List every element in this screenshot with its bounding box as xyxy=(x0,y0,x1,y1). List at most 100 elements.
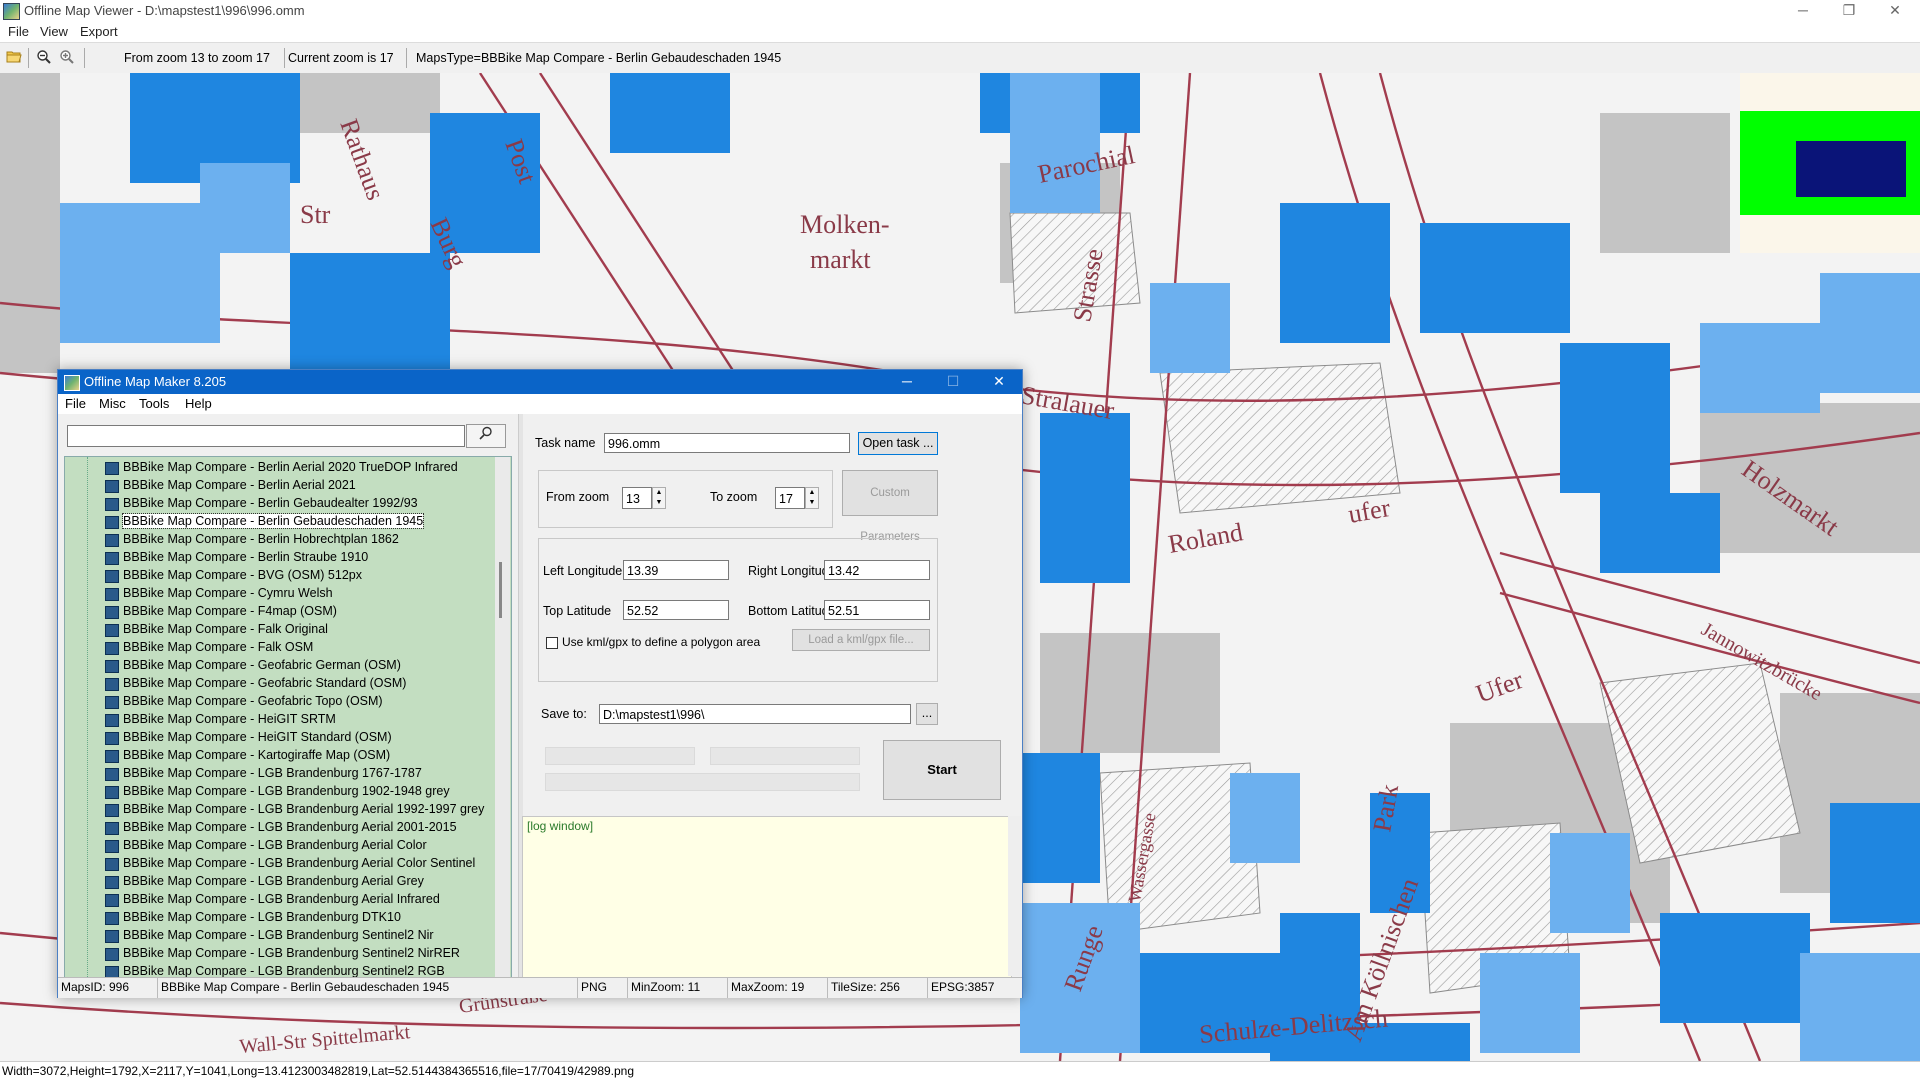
minimap-viewport[interactable] xyxy=(1796,141,1906,197)
to-zoom-stepper[interactable]: ▲ ▼ xyxy=(805,487,819,509)
save-to-field[interactable]: D:\mapstest1\996\ xyxy=(599,704,911,724)
tree-item[interactable]: BBBike Map Compare - LGB Brandenburg Aer… xyxy=(65,819,485,837)
maps-type-text: MapsType=BBBike Map Compare - Berlin Geb… xyxy=(416,51,782,65)
start-button[interactable]: Start xyxy=(883,740,1001,800)
minimize-button[interactable]: ─ xyxy=(1780,0,1826,22)
tree-scrollbar[interactable] xyxy=(495,457,510,977)
tree-item[interactable]: BBBike Map Compare - Berlin Aerial 2021 xyxy=(65,477,485,495)
map-source-icon xyxy=(105,588,119,601)
tree-item[interactable]: BBBike Map Compare - LGB Brandenburg DTK… xyxy=(65,909,485,927)
dialog-app-icon xyxy=(64,375,80,391)
to-zoom-label: To zoom xyxy=(710,490,758,504)
top-latitude-label: Top Latitude xyxy=(543,604,612,618)
tree-item[interactable]: BBBike Map Compare - HeiGIT Standard (OS… xyxy=(65,729,485,747)
dialog-close-button[interactable]: ✕ xyxy=(976,370,1022,394)
open-task-button[interactable]: Open task ... xyxy=(858,432,938,455)
tree-item[interactable]: BBBike Map Compare - LGB Brandenburg Aer… xyxy=(65,873,485,891)
right-longitude-field[interactable]: 13.42 xyxy=(824,560,930,580)
restore-button[interactable]: ❐ xyxy=(1826,0,1872,22)
map-source-icon xyxy=(105,660,119,673)
tree-item[interactable]: BBBike Map Compare - BVG (OSM) 512px xyxy=(65,567,485,585)
tree-item[interactable]: BBBike Map Compare - Berlin Gebaudealter… xyxy=(65,495,485,513)
task-name-field[interactable]: 996.omm xyxy=(604,433,850,453)
dialog-title-bar[interactable]: Offline Map Maker 8.205 ─ ☐ ✕ xyxy=(58,370,1022,394)
tree-item[interactable]: BBBike Map Compare - LGB Brandenburg 190… xyxy=(65,783,485,801)
tree-item-label: BBBike Map Compare - LGB Brandenburg 176… xyxy=(123,766,422,780)
dialog-menu-tools[interactable]: Tools xyxy=(139,396,169,411)
close-button[interactable]: ✕ xyxy=(1872,0,1918,22)
zoom-in-icon[interactable] xyxy=(58,49,76,67)
tree-item[interactable]: BBBike Map Compare - Falk OSM xyxy=(65,639,485,657)
tree-item[interactable]: BBBike Map Compare - LGB Brandenburg Sen… xyxy=(65,945,485,963)
tree-item[interactable]: BBBike Map Compare - LGB Brandenburg Sen… xyxy=(65,927,485,945)
kml-checkbox[interactable] xyxy=(546,637,558,649)
map-source-icon xyxy=(105,786,119,799)
top-latitude-field[interactable]: 52.52 xyxy=(623,600,729,620)
tree-item[interactable]: BBBike Map Compare - F4map (OSM) xyxy=(65,603,485,621)
tree-item[interactable]: BBBike Map Compare - Berlin Gebaudeschad… xyxy=(65,513,485,531)
tree-item[interactable]: BBBike Map Compare - Geofabric German (O… xyxy=(65,657,485,675)
log-scrollbar[interactable] xyxy=(1008,816,1021,976)
tree-item[interactable]: BBBike Map Compare - Berlin Straube 1910 xyxy=(65,549,485,567)
map-source-icon xyxy=(105,804,119,817)
tree-item[interactable]: BBBike Map Compare - Falk Original xyxy=(65,621,485,639)
dialog-menu-help[interactable]: Help xyxy=(185,396,212,411)
open-folder-icon[interactable] xyxy=(5,49,23,67)
map-source-icon xyxy=(105,642,119,655)
dialog-minimize-button[interactable]: ─ xyxy=(884,370,930,394)
tree-item-label: BBBike Map Compare - LGB Brandenburg DTK… xyxy=(123,910,401,924)
tree-item-label: BBBike Map Compare - LGB Brandenburg Aer… xyxy=(123,892,440,906)
tree-item-label: BBBike Map Compare - BVG (OSM) 512px xyxy=(123,568,362,582)
bottom-latitude-field[interactable]: 52.51 xyxy=(824,600,930,620)
menu-export[interactable]: Export xyxy=(80,24,118,39)
tree-item[interactable]: BBBike Map Compare - LGB Brandenburg Sen… xyxy=(65,963,485,977)
tree-scroll-thumb[interactable] xyxy=(499,562,502,618)
menu-file[interactable]: File xyxy=(8,24,29,39)
overview-minimap[interactable] xyxy=(1740,73,1920,253)
tree-item[interactable]: BBBike Map Compare - HeiGIT SRTM xyxy=(65,711,485,729)
tree-item[interactable]: BBBike Map Compare - LGB Brandenburg Aer… xyxy=(65,891,485,909)
tree-item[interactable]: BBBike Map Compare - LGB Brandenburg 176… xyxy=(65,765,485,783)
tree-item[interactable]: BBBike Map Compare - Kartogiraffe Map (O… xyxy=(65,747,485,765)
from-zoom-label: From zoom xyxy=(546,490,610,504)
load-kml-button[interactable]: Load a kml/gpx file... xyxy=(792,629,930,651)
map-source-icon xyxy=(105,948,119,961)
search-button[interactable] xyxy=(466,424,506,448)
map-source-icon xyxy=(105,930,119,943)
zoom-out-icon[interactable] xyxy=(35,49,53,67)
status-bar: Width=3072,Height=1792,X=2117,Y=1041,Lon… xyxy=(0,1061,1920,1081)
browse-button[interactable]: ... xyxy=(916,703,938,725)
from-zoom-field[interactable]: 13 xyxy=(622,487,652,509)
search-input[interactable] xyxy=(67,425,465,447)
tree-item[interactable]: BBBike Map Compare - LGB Brandenburg Aer… xyxy=(65,855,485,873)
map-source-icon xyxy=(105,480,119,493)
from-zoom-stepper[interactable]: ▲ ▼ xyxy=(652,487,666,509)
tree-item[interactable]: BBBike Map Compare - Geofabric Topo (OSM… xyxy=(65,693,485,711)
custom-parameters-button[interactable]: Custom Parameters xyxy=(842,470,938,543)
status-epsg: EPSG:3857 xyxy=(931,980,995,994)
map-source-tree[interactable]: BBBike Map Compare - Berlin Aerial 2020 … xyxy=(64,456,512,978)
tree-item[interactable]: BBBike Map Compare - Geofabric Standard … xyxy=(65,675,485,693)
to-zoom-field[interactable]: 17 xyxy=(775,487,805,509)
kml-checkbox-label[interactable]: Use kml/gpx to define a polygon area xyxy=(562,635,760,649)
task-name-label: Task name xyxy=(535,436,596,450)
map-source-icon xyxy=(105,462,119,475)
tree-item[interactable]: BBBike Map Compare - LGB Brandenburg Aer… xyxy=(65,837,485,855)
tree-item[interactable]: BBBike Map Compare - LGB Brandenburg Aer… xyxy=(65,801,485,819)
tree-item[interactable]: BBBike Map Compare - Berlin Aerial 2020 … xyxy=(65,459,485,477)
dialog-menu-file[interactable]: File xyxy=(65,396,86,411)
tree-item-label: BBBike Map Compare - Kartogiraffe Map (O… xyxy=(123,748,391,762)
tree-item-label: BBBike Map Compare - HeiGIT Standard (OS… xyxy=(123,730,392,744)
log-window[interactable]: [log window] xyxy=(522,816,1012,978)
tree-item[interactable]: BBBike Map Compare - Berlin Hobrechtplan… xyxy=(65,531,485,549)
dialog-menu-misc[interactable]: Misc xyxy=(99,396,126,411)
menu-view[interactable]: View xyxy=(40,24,68,39)
tree-item[interactable]: BBBike Map Compare - Cymru Welsh xyxy=(65,585,485,603)
map-source-icon xyxy=(105,624,119,637)
map-source-icon xyxy=(105,696,119,709)
toolbar-separator xyxy=(284,48,285,68)
toolbar: From zoom 13 to zoom 17 Current zoom is … xyxy=(0,42,1920,74)
map-label: Str xyxy=(300,200,331,229)
left-longitude-field[interactable]: 13.39 xyxy=(623,560,729,580)
zoom-range-text: From zoom 13 to zoom 17 xyxy=(124,51,270,65)
